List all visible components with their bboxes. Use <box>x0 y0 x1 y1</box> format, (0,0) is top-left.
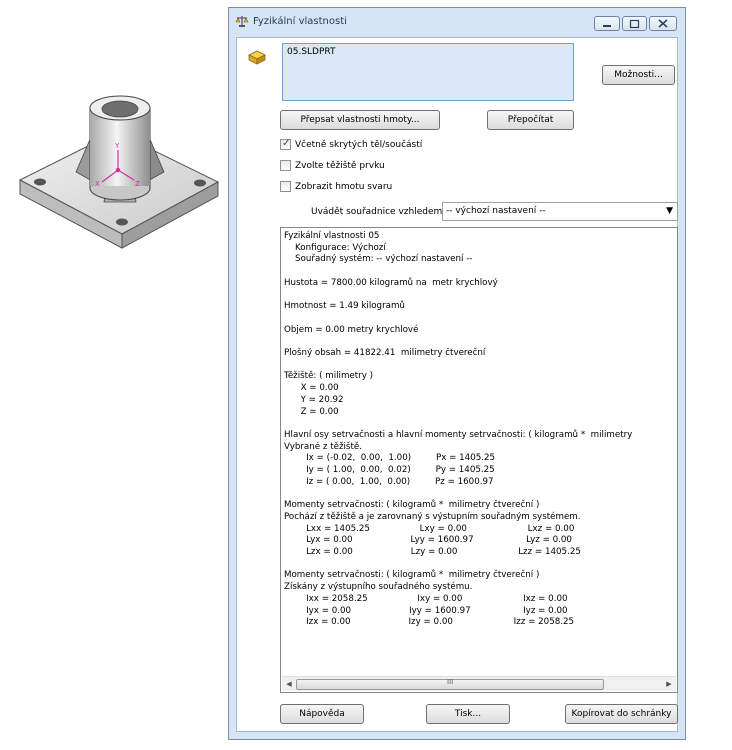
axis-x-label: X <box>95 180 100 188</box>
result-line: Ix = (-0.02, 0.00, 1.00) Px = 1405.25 <box>284 453 496 464</box>
checkbox-box[interactable]: ✓ <box>280 138 291 150</box>
show-weld-mass-checkbox[interactable]: Zobrazit hmotu svaru <box>280 180 580 194</box>
result-line: Plošný obsah = 41822.41 milimetry čtvere… <box>284 348 486 359</box>
result-line: Souřadný systém: -- výchozí nastavení -- <box>284 254 473 265</box>
checkbox-label: Zobrazit hmotu svaru <box>295 182 393 192</box>
maximize-button[interactable] <box>622 16 647 31</box>
result-line: Vybrané z těžiště. <box>284 441 362 452</box>
result-line: Získány z výstupního souřadného systému. <box>284 582 473 593</box>
result-line: Pochází z těžiště a je zarovnaný s výstu… <box>284 511 581 522</box>
result-line: Z = 0.00 <box>284 406 339 417</box>
checkbox-label: Včetně skrytých těl/součástí <box>295 140 423 150</box>
mass-properties-dialog: Fyzikální vlastnosti 05.SLDPRT Možnosti.… <box>228 7 686 740</box>
result-line <box>284 313 677 325</box>
result-line <box>284 336 677 348</box>
override-mass-properties-button[interactable]: Přepsat vlastnosti hmoty... <box>280 110 440 130</box>
dropdown-arrow-icon[interactable]: ▼ <box>666 203 673 220</box>
coordinate-system-select[interactable]: -- výchozí nastavení -- ▼ <box>442 202 678 221</box>
result-line: Konfigurace: Výchozí <box>284 242 386 253</box>
result-line <box>284 290 677 302</box>
part-component-icon <box>248 50 266 65</box>
result-line: Lyx = 0.00 Lyy = 1600.97 Lyz = 0.00 <box>284 535 572 546</box>
checkbox-box[interactable] <box>280 181 291 192</box>
result-line: Hlavní osy setrvačnosti a hlavní momenty… <box>284 429 633 440</box>
title-bar: Fyzikální vlastnosti <box>229 8 685 36</box>
scrollbar-grip: III <box>447 678 454 686</box>
maximize-icon <box>629 19 640 29</box>
result-line <box>284 559 677 571</box>
coordinate-system-label: Uvádět souřadnice vzhledem k: <box>311 207 454 217</box>
result-line: Hmotnost = 1.49 kilogramů <box>284 301 405 312</box>
result-line: Lzx = 0.00 Lzy = 0.00 Lzz = 1405.25 <box>284 546 581 557</box>
recalculate-button[interactable]: Přepočítat <box>487 110 574 130</box>
dialog-client-area: 05.SLDPRT Možnosti... Přepsat vlastnosti… <box>236 37 678 732</box>
horizontal-scrollbar[interactable]: ◀ III ▶ <box>282 676 676 691</box>
result-line: Iz = ( 0.00, 1.00, 0.00) Pz = 1600.97 <box>284 476 494 487</box>
close-button[interactable] <box>649 16 677 31</box>
help-button[interactable]: Nápověda <box>280 704 364 724</box>
close-icon <box>658 19 668 28</box>
result-line: Hustota = 7800.00 kilogramů na metr kryc… <box>284 277 498 288</box>
axis-z-label: Z <box>135 180 140 188</box>
window-title: Fyzikální vlastnosti <box>253 16 347 27</box>
result-line: Momenty setrvačnosti: ( kilogramů * mili… <box>284 570 540 581</box>
result-line: Těžiště: ( milimetry ) <box>284 371 374 382</box>
result-line: Izx = 0.00 Izy = 0.00 Izz = 2058.25 <box>284 617 575 628</box>
result-line: Iyx = 0.00 Iyy = 1600.97 Iyz = 0.00 <box>284 605 568 616</box>
result-line: Iy = ( 1.00, 0.00, 0.02) Py = 1405.25 <box>284 465 495 476</box>
include-hidden-bodies-checkbox[interactable]: ✓ Včetně skrytých těl/součástí <box>280 138 580 152</box>
result-line: Objem = 0.00 metry krychlové <box>284 324 419 335</box>
options-button[interactable]: Možnosti... <box>602 65 675 85</box>
axis-y-label: Y <box>114 142 120 150</box>
part-3d-view: Y X Z <box>18 95 220 249</box>
checkbox-label: Zvolte těžiště prvku <box>295 161 385 171</box>
minimize-icon <box>603 25 611 27</box>
scroll-left-icon[interactable]: ◀ <box>283 678 295 690</box>
result-line: Fyzikální vlastnosti 05 <box>284 231 380 241</box>
result-line <box>284 266 677 278</box>
result-line: Ixx = 2058.25 Ixy = 0.00 Ixz = 0.00 <box>284 593 568 604</box>
result-line: Momenty setrvačnosti: ( kilogramů * mili… <box>284 500 540 511</box>
results-text: Fyzikální vlastnosti 05 Konfigurace: Výc… <box>284 231 677 629</box>
selected-items-list[interactable]: 05.SLDPRT <box>282 43 574 101</box>
result-line <box>284 488 677 500</box>
copy-to-clipboard-button[interactable]: Kopírovat do schránky <box>565 704 678 724</box>
mass-properties-scale-icon <box>235 16 249 27</box>
result-line: Lxx = 1405.25 Lxy = 0.00 Lxz = 0.00 <box>284 523 575 534</box>
scroll-right-icon[interactable]: ▶ <box>663 678 675 690</box>
result-line <box>284 360 677 372</box>
coordinate-system-value: -- výchozí nastavení -- <box>446 206 546 216</box>
scrollbar-thumb[interactable]: III <box>296 678 604 690</box>
checkbox-box[interactable] <box>280 160 291 171</box>
result-line: X = 0.00 <box>284 383 339 394</box>
checkmark-icon: ✓ <box>282 138 291 149</box>
result-line <box>284 418 677 430</box>
selected-item[interactable]: 05.SLDPRT <box>287 47 336 57</box>
results-text-area[interactable]: Fyzikální vlastnosti 05 Konfigurace: Výc… <box>280 227 678 693</box>
print-button[interactable]: Tisk... <box>426 704 510 724</box>
feature-centroid-checkbox[interactable]: Zvolte těžiště prvku <box>280 159 580 173</box>
result-line: Y = 20.92 <box>284 394 344 405</box>
minimize-button[interactable] <box>594 16 620 31</box>
